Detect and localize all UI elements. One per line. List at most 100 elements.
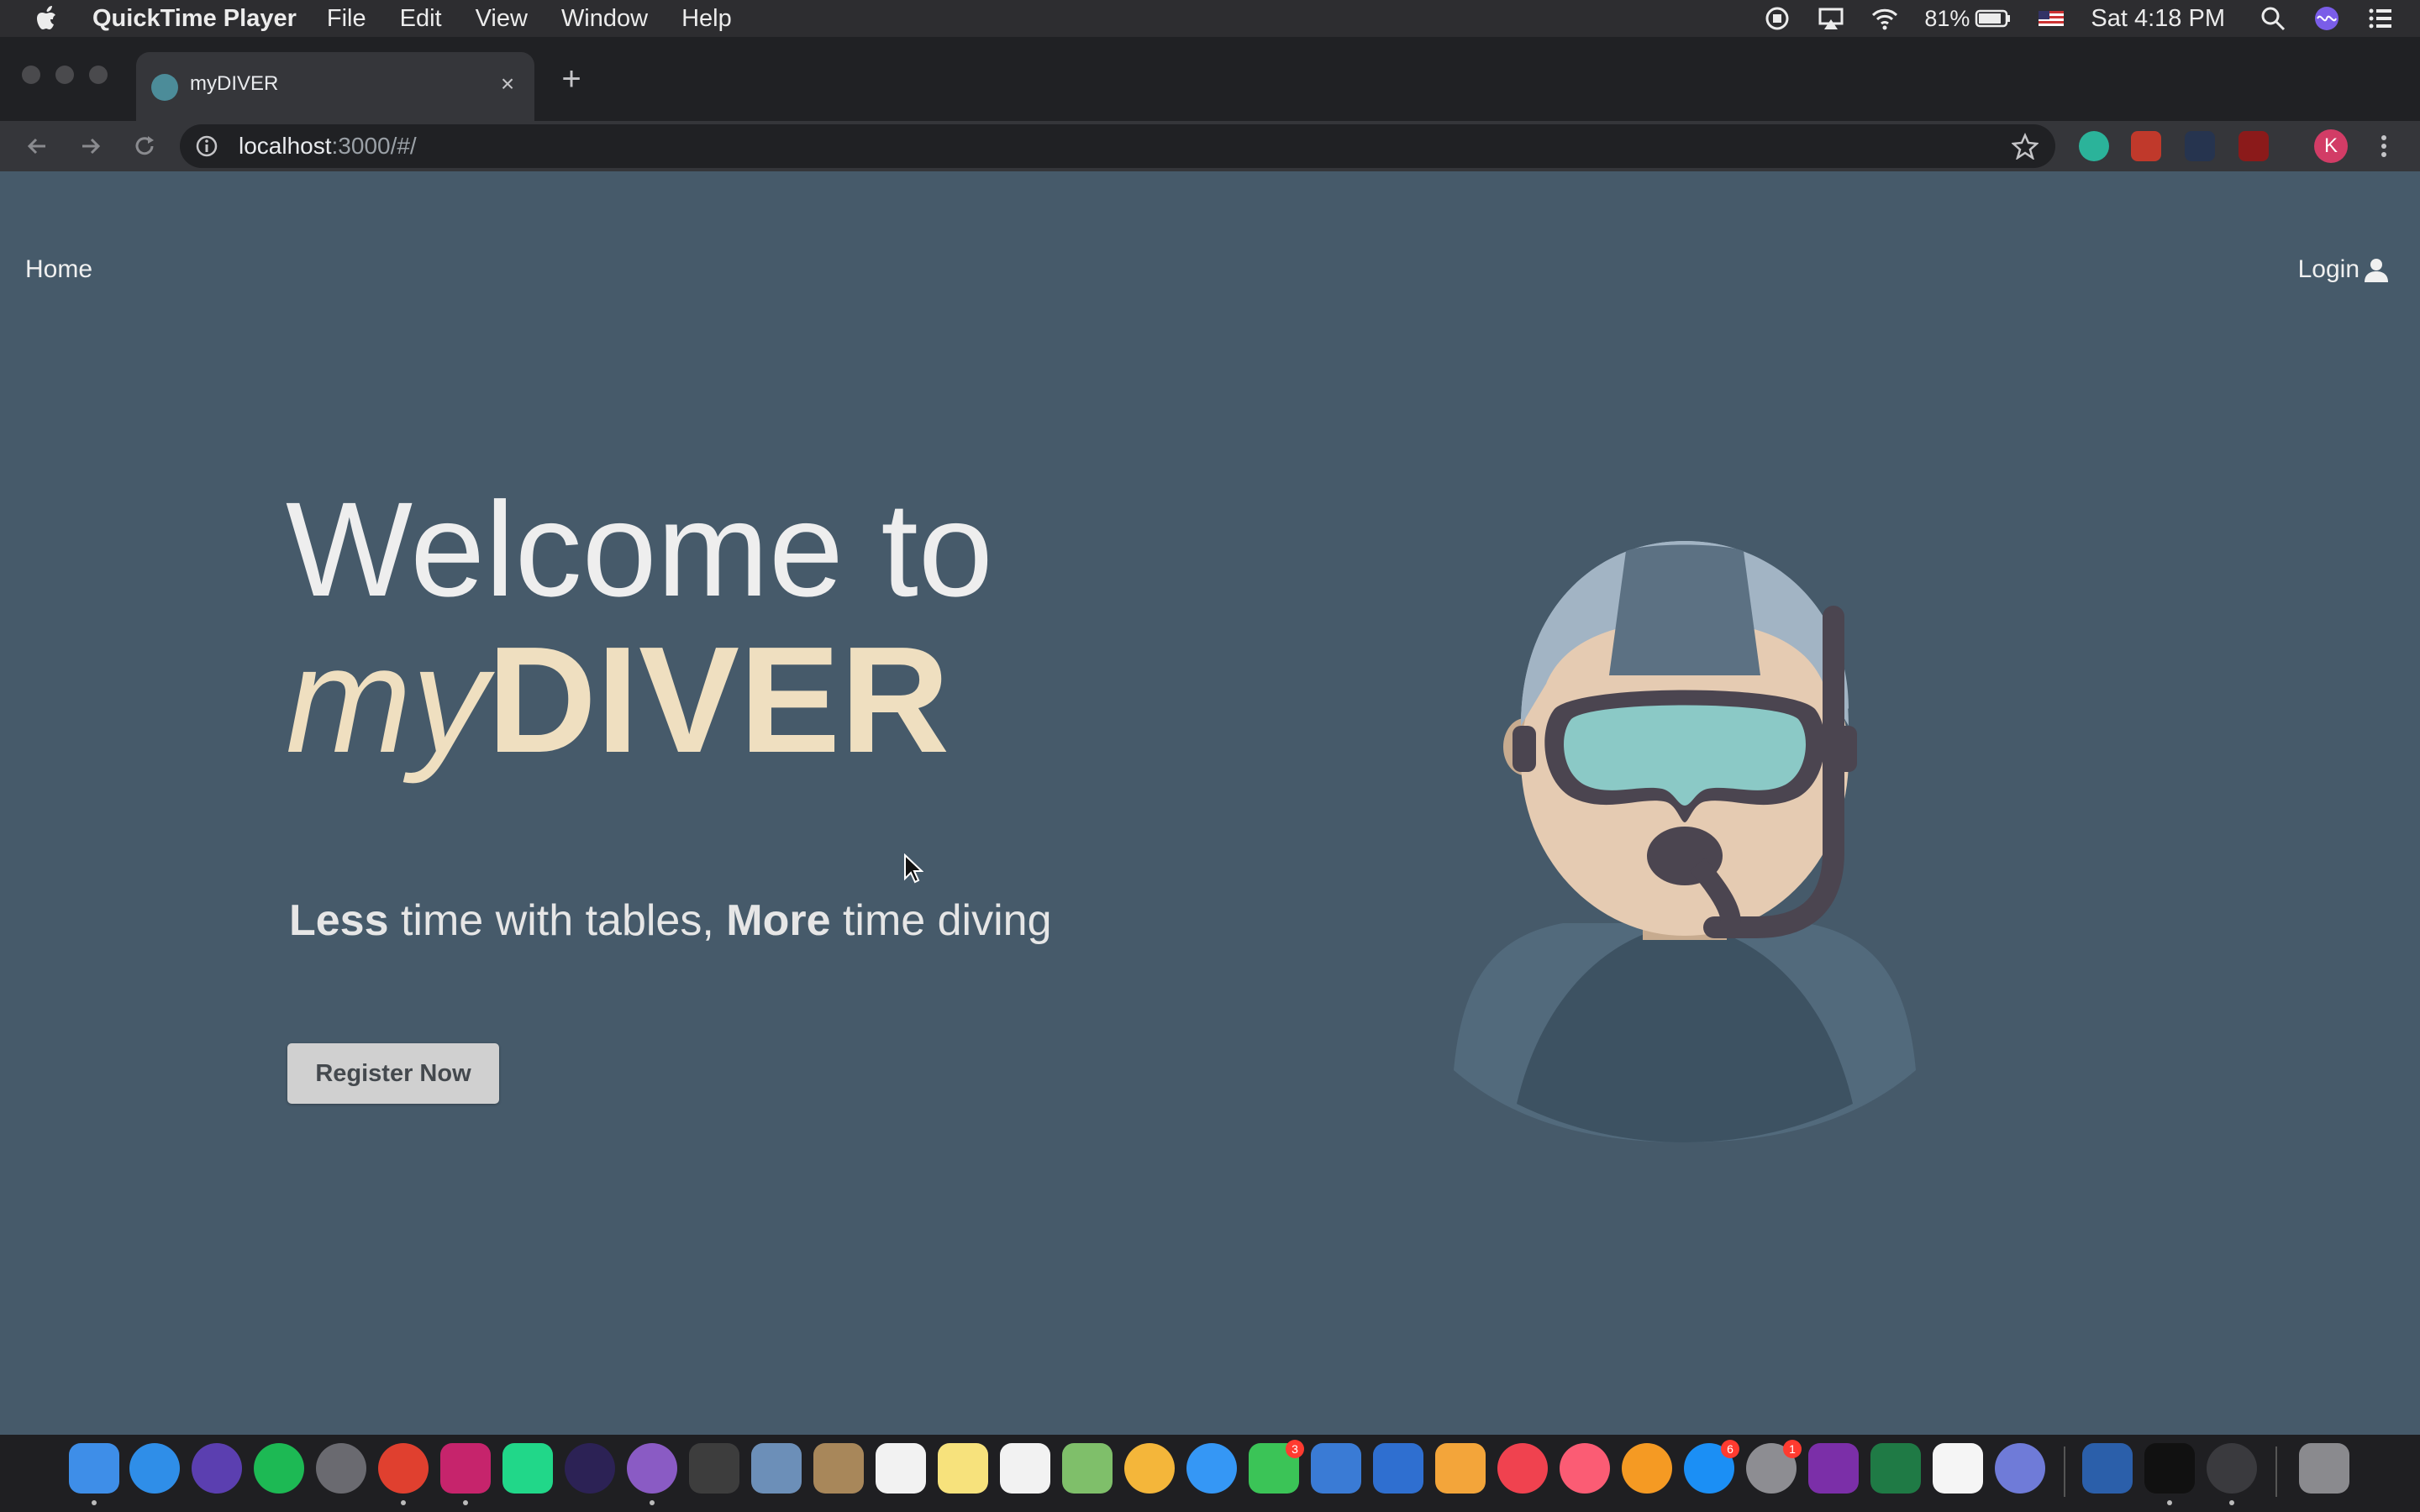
address-bar[interactable]: localhost:3000/#/ [180, 124, 2055, 168]
extension-red-icon[interactable] [2131, 131, 2161, 161]
running-indicator [92, 1500, 97, 1505]
browser-window: myDIVER × + localhost:3000/#/ K Home Log… [0, 37, 2420, 1435]
tab-close-icon[interactable]: × [494, 71, 521, 97]
extension-m-icon[interactable] [2079, 131, 2109, 161]
brand-my: my [286, 616, 487, 785]
siri-icon[interactable] [2312, 4, 2341, 33]
ublock-origin-icon[interactable] [2238, 131, 2269, 161]
terminal-icon[interactable] [2144, 1443, 2195, 1494]
menu-help[interactable]: Help [681, 5, 732, 33]
url-host: localhost [239, 133, 332, 159]
favicon-icon [151, 74, 178, 101]
running-indicator [463, 1500, 468, 1505]
register-now-button[interactable]: Register Now [287, 1043, 499, 1104]
macos-dock: 3 6 1 [0, 1435, 2420, 1512]
github-desktop-icon[interactable] [627, 1443, 677, 1494]
dock-separator [2275, 1446, 2277, 1497]
finder-icon[interactable] [69, 1443, 119, 1494]
tab-mydiver[interactable]: myDIVER × [136, 52, 534, 121]
spotlight-search-icon[interactable] [2259, 4, 2287, 33]
tagline-end: time diving [830, 896, 1052, 945]
nav-login-link[interactable]: Login [2298, 255, 2390, 284]
preview-icon[interactable] [751, 1443, 802, 1494]
word-icon[interactable] [2082, 1443, 2133, 1494]
books-icon[interactable] [1622, 1443, 1672, 1494]
menu-view[interactable]: View [476, 5, 528, 33]
notes-icon[interactable] [938, 1443, 988, 1494]
launchpad-icon[interactable] [316, 1443, 366, 1494]
siri-dock-icon[interactable] [192, 1443, 242, 1494]
tab-strip: myDIVER × + [0, 37, 2420, 121]
macos-menu-bar: QuickTime Player File Edit View Window H… [0, 0, 2420, 37]
pages-icon[interactable] [1435, 1443, 1486, 1494]
site-info-icon[interactable] [195, 134, 218, 158]
new-tab-button[interactable]: + [555, 62, 588, 96]
trash-icon[interactable] [2299, 1443, 2349, 1494]
reload-icon[interactable] [131, 133, 158, 160]
diver-illustration [1454, 541, 1916, 1142]
tagline-more: More [726, 896, 831, 945]
calendar-icon[interactable] [876, 1443, 926, 1494]
window-close-button[interactable] [22, 66, 40, 84]
notification-center-icon[interactable] [2366, 4, 2395, 33]
airplay-icon[interactable] [1817, 4, 1845, 33]
running-indicator [650, 1500, 655, 1505]
battery-percent: 81% [1924, 5, 1970, 31]
forward-arrow-icon[interactable] [77, 133, 104, 160]
menu-file[interactable]: File [327, 5, 366, 33]
bookmark-star-icon[interactable] [2012, 133, 2039, 160]
pycharm-icon[interactable] [502, 1443, 553, 1494]
wifi-icon[interactable] [1870, 4, 1899, 33]
intellij-icon[interactable] [440, 1443, 491, 1494]
menu-clock[interactable]: Sat 4:18 PM [2091, 5, 2225, 33]
running-indicator [2229, 1500, 2234, 1505]
url-path: :3000/#/ [331, 133, 417, 159]
contacts-icon[interactable] [813, 1443, 864, 1494]
messages-icon[interactable] [1186, 1443, 1237, 1494]
running-indicator [401, 1500, 406, 1505]
tagline-less: Less [289, 896, 389, 945]
extension-blue-icon[interactable] [2185, 131, 2215, 161]
spotify-icon[interactable] [254, 1443, 304, 1494]
brand-title: myDIVER [286, 625, 950, 776]
window-zoom-button[interactable] [89, 66, 108, 84]
url-text[interactable]: localhost:3000/#/ [239, 133, 417, 160]
dock-separator [2064, 1446, 2065, 1497]
reminders-icon[interactable] [1000, 1443, 1050, 1494]
slack-icon[interactable] [1933, 1443, 1983, 1494]
mouse-cursor-icon [904, 853, 923, 884]
menu-edit[interactable]: Edit [400, 5, 442, 33]
back-arrow-icon[interactable] [24, 133, 50, 160]
battery-icon[interactable] [1975, 4, 2012, 33]
nav-home-link[interactable]: Home [25, 255, 92, 284]
menu-window[interactable]: Window [561, 5, 648, 33]
apple-icon[interactable] [30, 2, 64, 35]
welcome-heading: Welcome to [286, 474, 993, 624]
window-minimize-button[interactable] [55, 66, 74, 84]
chrome-menu-icon[interactable] [2371, 131, 2396, 161]
sublime-text-icon[interactable] [689, 1443, 739, 1494]
discord-icon[interactable] [1995, 1443, 2045, 1494]
us-flag-input-icon[interactable] [2037, 4, 2065, 33]
quicktime-icon[interactable] [2207, 1443, 2257, 1494]
onenote-icon[interactable] [1808, 1443, 1859, 1494]
nav-login-label: Login [2297, 255, 2360, 283]
screen-record-icon[interactable] [1763, 4, 1791, 33]
facetime-badge: 3 [1286, 1440, 1304, 1458]
brand-diver: DIVER [487, 616, 950, 785]
app-store-badge: 6 [1721, 1440, 1739, 1458]
safari-icon[interactable] [129, 1443, 180, 1494]
keynote-icon[interactable] [1373, 1443, 1423, 1494]
maps-icon[interactable] [1062, 1443, 1113, 1494]
photos-icon[interactable] [1124, 1443, 1175, 1494]
excel-icon[interactable] [1870, 1443, 1921, 1494]
news-icon[interactable] [1497, 1443, 1548, 1494]
system-preferences-badge: 1 [1783, 1440, 1802, 1458]
eclipse-icon[interactable] [565, 1443, 615, 1494]
chrome-icon[interactable] [378, 1443, 429, 1494]
user-icon [2365, 259, 2388, 282]
music-icon[interactable] [1560, 1443, 1610, 1494]
menu-app-name[interactable]: QuickTime Player [92, 5, 297, 33]
profile-avatar[interactable]: K [2314, 129, 2348, 163]
numbers-icon[interactable] [1311, 1443, 1361, 1494]
